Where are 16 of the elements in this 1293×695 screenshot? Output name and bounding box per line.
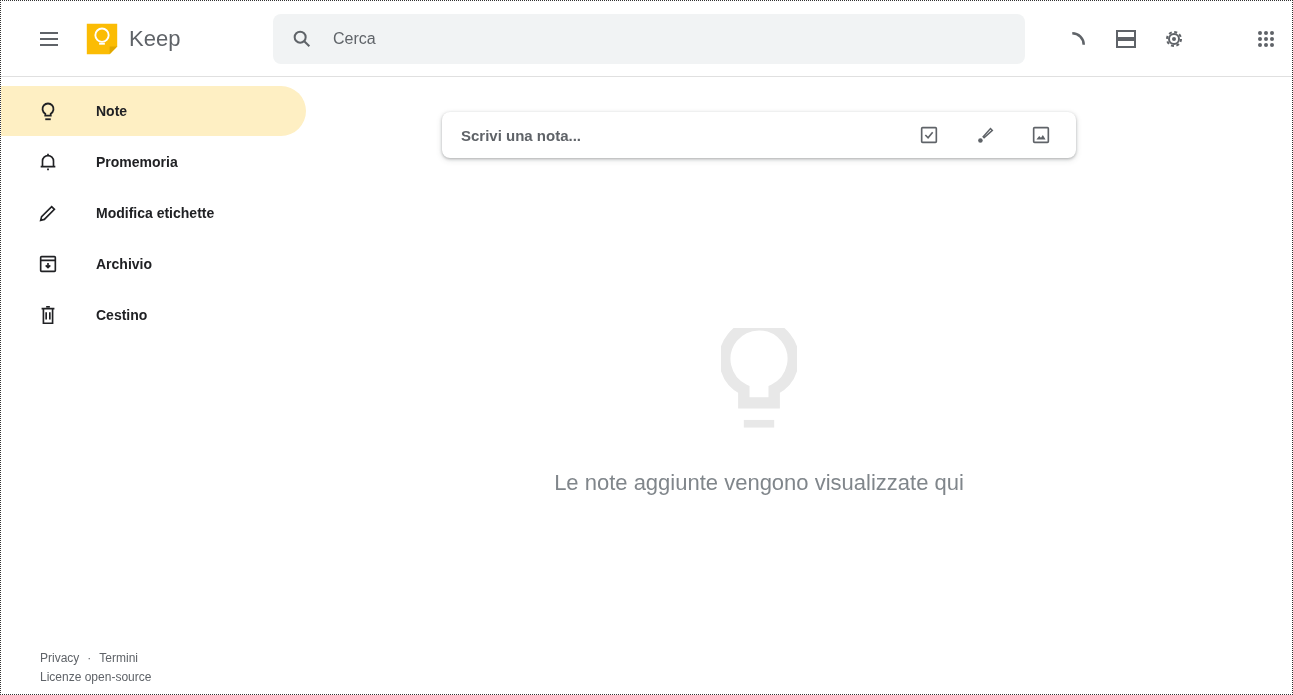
empty-state-message: Le note aggiunte vengono visualizzate qui	[554, 470, 964, 496]
app-name: Keep	[129, 25, 181, 52]
footer-link[interactable]: Termini	[99, 651, 138, 665]
image-icon[interactable]	[1030, 124, 1052, 146]
loading-spinner-icon	[1071, 31, 1085, 46]
footer-link[interactable]: Licenze open-source	[40, 670, 306, 684]
sidebar-item[interactable]: Cestino	[1, 290, 306, 340]
sidebar-item[interactable]: Promemoria	[1, 137, 306, 187]
archive-icon	[37, 253, 59, 275]
footer-link[interactable]: Privacy	[40, 651, 80, 665]
search-field[interactable]: Cerca	[273, 13, 1025, 64]
checkbox-icon[interactable]	[918, 124, 940, 146]
sidebar-item[interactable]: Note	[1, 86, 306, 136]
sidebar-item[interactable]: Archivio	[1, 239, 306, 289]
separator-dot: ·	[87, 651, 92, 665]
sidebar-item[interactable]: Modifica etichette	[1, 188, 306, 238]
